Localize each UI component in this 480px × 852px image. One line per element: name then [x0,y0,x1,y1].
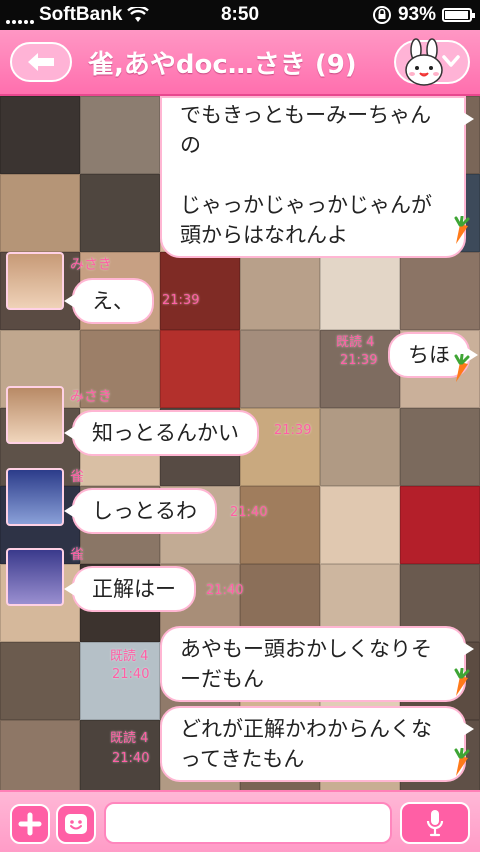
chat-header: 雀,あやdoc…さき (9) [0,30,480,96]
message-timestamp: 21:39 [162,293,200,308]
message-bubble-incoming[interactable]: しっとるわ [64,488,217,534]
chevron-down-icon [442,55,460,67]
read-receipt: 既読 4 [336,335,375,350]
message-text: 正解はー [92,577,176,601]
message-line: ってきたもん [180,747,305,771]
carrot-icon [454,748,470,776]
message-line: ーだもん [180,667,264,691]
carrot-icon [454,354,470,382]
back-button[interactable] [10,42,72,82]
battery-percent: 93% [397,4,436,25]
message-line: の [180,133,201,157]
message-text: ちほ [408,343,450,367]
message-timestamp: 21:40 [112,667,150,682]
message-bubble-outgoing[interactable]: どれが正解かわからんくな ってきたもん [160,706,474,782]
plus-icon [18,812,42,836]
battery-icon [442,8,475,22]
voice-input-button[interactable] [400,802,470,844]
microphone-icon [426,810,444,837]
add-attachment-button[interactable] [10,804,50,844]
sender-name: 雀 [70,547,84,563]
message-timestamp: 21:40 [230,505,268,520]
message-timestamp: 21:40 [112,751,150,766]
composer-bar [0,790,480,852]
message-timestamp: 21:40 [206,583,244,598]
message-line: じゃっかじゃっかじゃんが [180,193,432,217]
bunny-mascot-icon [405,38,443,86]
status-right: 93% [372,4,475,26]
message-bubble-incoming[interactable]: え、 [64,278,154,324]
back-arrow-icon [28,53,54,71]
sender-name: みさき [70,257,112,273]
message-bubble-incoming[interactable]: 知っとるんかい [64,410,259,456]
read-receipt: 既読 4 [110,649,149,664]
sender-name: みさき [70,389,112,405]
rotation-lock-icon [372,6,391,24]
status-bar: SoftBank 8:50 93% [0,0,480,30]
message-line: でもきっともーみーちゃん [180,103,432,127]
avatar[interactable] [6,548,64,606]
message-line: あやもー頭おかしくなりそ [180,637,432,661]
avatar[interactable] [6,252,64,310]
carrot-icon [454,216,470,244]
avatar[interactable] [6,468,64,526]
message-input[interactable] [104,802,392,844]
menu-toggle-button[interactable] [394,38,470,86]
sticker-button[interactable] [56,804,96,844]
carrot-icon [454,668,470,696]
message-bubble-outgoing[interactable]: あやもー頭おかしくなりそ ーだもん [160,626,474,702]
message-text: え、 [92,289,134,313]
sender-name: 雀 [70,469,84,485]
message-bubble-incoming[interactable]: 正解はー [64,566,196,612]
message-line: 頭からはなれんよ [180,223,348,247]
message-timestamp: 21:39 [340,353,378,368]
chat-title: 雀,あやdoc…さき (9) [88,50,357,80]
message-timestamp: 21:39 [274,423,312,438]
read-receipt: 既読 4 [110,731,149,746]
message-bubble-outgoing[interactable]: でもきっともーみーちゃん の じゃっかじゃっかじゃんが 頭からはなれんよ [160,96,474,258]
avatar[interactable] [6,386,64,444]
chat-area[interactable]: でもきっともーみーちゃん の じゃっかじゃっかじゃんが 頭からはなれんよ みさき… [0,96,480,790]
smiley-icon [65,814,87,834]
message-text: しっとるわ [92,499,197,523]
message-text: 知っとるんかい [92,421,239,445]
message-line: どれが正解かわからんくな [180,717,432,741]
message-line [180,160,446,190]
